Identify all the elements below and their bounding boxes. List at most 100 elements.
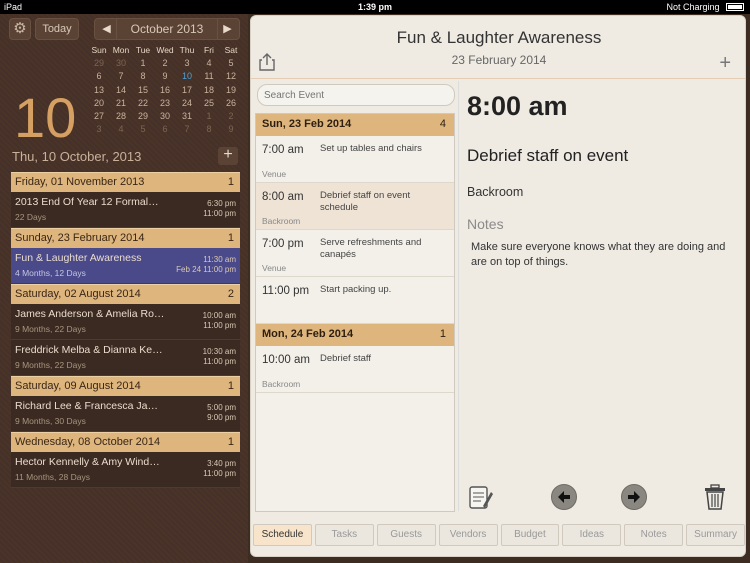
event-row[interactable]: Hector Kennelly & Amy Wind… 11 Months, 2…	[11, 452, 240, 488]
next-month-button[interactable]: ▶	[217, 19, 237, 39]
previous-item-button[interactable]	[551, 484, 577, 510]
calendar-day[interactable]: 30	[110, 57, 132, 70]
calendar-day[interactable]: 6	[88, 70, 110, 83]
event-row[interactable]: James Anderson & Amelia Ro… 9 Months, 22…	[11, 304, 240, 340]
next-item-button[interactable]	[621, 484, 647, 510]
event-end-time: 9:00 pm	[207, 413, 236, 422]
event-count: 1	[227, 436, 234, 448]
calendar-day[interactable]: 11	[198, 70, 220, 83]
event-row[interactable]: Richard Lee & Francesca Ja… 9 Months, 30…	[11, 396, 240, 432]
today-button[interactable]: Today	[35, 18, 79, 40]
add-schedule-item-button[interactable]: +	[719, 52, 731, 75]
event-detail-panel: Fun & Laughter Awareness 23 February 201…	[250, 15, 746, 557]
calendar-day[interactable]: 3	[88, 123, 110, 136]
search-event-input[interactable]	[257, 84, 455, 106]
month-selector: ◀ October 2013 ▶	[94, 18, 240, 40]
calendar-day[interactable]: 18	[198, 84, 220, 97]
calendar-day[interactable]: 22	[132, 97, 154, 110]
event-title: Richard Lee & Francesca Ja…	[15, 400, 158, 412]
calendar-day[interactable]: 13	[88, 84, 110, 97]
mini-calendar: Sun Mon Tue Wed Thu Fri Sat 29 30 1 2 3 …	[88, 44, 242, 136]
edit-notepad-icon[interactable]	[467, 484, 493, 510]
calendar-day[interactable]: 2	[220, 110, 242, 123]
event-row[interactable]: 2013 End Of Year 12 Formal… 22 Days 6:30…	[11, 192, 240, 228]
calendar-day[interactable]: 17	[176, 84, 198, 97]
calendar-day[interactable]: 29	[132, 110, 154, 123]
prev-month-button[interactable]: ◀	[97, 19, 117, 39]
calendar-day[interactable]: 8	[198, 123, 220, 136]
schedule-item[interactable]: 10:00 am Debrief staff Backroom	[256, 346, 454, 393]
calendar-day[interactable]: 12	[220, 70, 242, 83]
trash-icon[interactable]	[702, 484, 728, 510]
calendar-week: 20 21 22 23 24 25 26	[88, 97, 242, 110]
event-end-time: 11:00 pm	[203, 469, 236, 478]
event-start-time: 3:40 pm	[207, 459, 236, 468]
calendar-day[interactable]: 19	[220, 84, 242, 97]
schedule-item-selected[interactable]: 8:00 am Debrief staff on event schedule …	[256, 183, 454, 230]
calendar-day[interactable]: 7	[110, 70, 132, 83]
event-row-selected[interactable]: Fun & Laughter Awareness 4 Months, 12 Da…	[11, 248, 240, 284]
calendar-day-today[interactable]: 10	[176, 70, 198, 83]
calendar-day[interactable]: 8	[132, 70, 154, 83]
calendar-day[interactable]: 9	[154, 70, 176, 83]
calendar-day[interactable]: 15	[132, 84, 154, 97]
calendar-day[interactable]: 5	[132, 123, 154, 136]
tab-ideas[interactable]: Ideas	[562, 524, 622, 546]
schedule-item[interactable]: 7:00 am Set up tables and chairs Venue	[256, 136, 454, 183]
calendar-day[interactable]: 4	[198, 57, 220, 70]
schedule-day-header: Mon, 24 Feb 2014 1	[256, 324, 454, 346]
calendar-day[interactable]: 6	[154, 123, 176, 136]
tab-budget[interactable]: Budget	[500, 524, 560, 546]
calendar-day[interactable]: 30	[154, 110, 176, 123]
tab-notes[interactable]: Notes	[624, 524, 684, 546]
calendar-day[interactable]: 20	[88, 97, 110, 110]
tab-summary[interactable]: Summary	[686, 524, 745, 546]
calendar-day[interactable]: 29	[88, 57, 110, 70]
calendar-day[interactable]: 7	[176, 123, 198, 136]
tab-vendors[interactable]: Vendors	[438, 524, 498, 546]
calendar-day[interactable]: 27	[88, 110, 110, 123]
schedule-desc: Set up tables and chairs	[320, 143, 422, 154]
calendar-day[interactable]: 16	[154, 84, 176, 97]
schedule-location: Backroom	[262, 216, 301, 226]
event-date-header: Friday, 01 November 2013 1	[11, 172, 240, 192]
calendar-day[interactable]: 25	[198, 97, 220, 110]
weekday-label: Sat	[224, 45, 238, 55]
battery-icon	[726, 3, 744, 11]
event-start-time: 5:00 pm	[207, 403, 236, 412]
calendar-day[interactable]: 24	[176, 97, 198, 110]
event-list: Friday, 01 November 2013 1 2013 End Of Y…	[11, 172, 240, 488]
arrow-left-icon	[558, 491, 570, 503]
calendar-day[interactable]: 31	[176, 110, 198, 123]
tab-tasks[interactable]: Tasks	[314, 524, 374, 546]
calendar-day[interactable]: 26	[220, 97, 242, 110]
schedule-location: Backroom	[262, 379, 301, 389]
calendar-week: 27 28 29 30 31 1 2	[88, 110, 242, 123]
event-row[interactable]: Freddrick Melba & Dianna Ke… 9 Months, 2…	[11, 340, 240, 376]
tab-schedule[interactable]: Schedule	[253, 524, 312, 546]
weekday-label: Mon	[112, 45, 130, 55]
add-event-button[interactable]: +	[218, 147, 238, 165]
calendar-day[interactable]: 2	[154, 57, 176, 70]
calendar-day[interactable]: 4	[110, 123, 132, 136]
section-tabs: Schedule Tasks Guests Vendors Budget Ide…	[253, 524, 745, 546]
calendar-day[interactable]: 28	[110, 110, 132, 123]
schedule-item[interactable]: 7:00 pm Serve refreshments and canapés V…	[256, 230, 454, 277]
calendar-day[interactable]: 21	[110, 97, 132, 110]
calendar-day[interactable]: 9	[220, 123, 242, 136]
event-title-header: Fun & Laughter Awareness	[396, 28, 602, 47]
tab-guests[interactable]: Guests	[376, 524, 436, 546]
event-date-header: 23 February 2014	[451, 53, 547, 67]
share-icon[interactable]	[259, 53, 275, 71]
settings-button[interactable]: ⚙	[9, 18, 31, 40]
calendar-day[interactable]: 5	[220, 57, 242, 70]
calendar-day[interactable]: 23	[154, 97, 176, 110]
calendar-day[interactable]: 1	[132, 57, 154, 70]
schedule-item[interactable]: 11:00 pm Start packing up.	[256, 277, 454, 324]
event-date: Wednesday, 08 October 2014	[15, 436, 161, 448]
calendar-day[interactable]: 3	[176, 57, 198, 70]
detail-divider	[458, 81, 459, 511]
calendar-day[interactable]: 1	[198, 110, 220, 123]
calendar-day[interactable]: 14	[110, 84, 132, 97]
schedule-time: 7:00 pm	[262, 238, 304, 250]
